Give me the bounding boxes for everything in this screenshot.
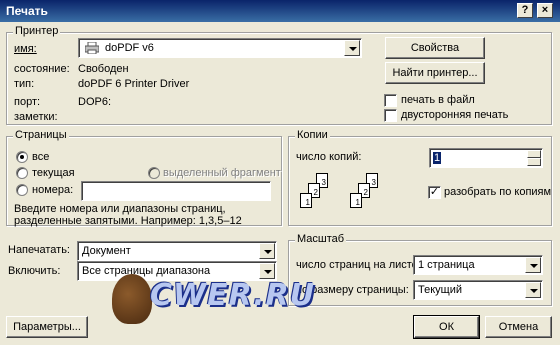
collate-checkbox[interactable]: ✓ [428, 186, 441, 199]
printer-icon [84, 41, 100, 55]
copies-count-input[interactable]: 1 [429, 148, 543, 168]
print-what-select[interactable]: Документ [77, 241, 277, 261]
cwer-watermark: CWER.RU [112, 268, 314, 328]
printer-type-value: doPDF 6 Printer Driver [78, 78, 190, 90]
collate-page-1: 1 [300, 193, 312, 208]
scale-select[interactable]: Текущий [413, 280, 543, 300]
printer-name-label: имя: [14, 43, 37, 55]
window-title: Печать [6, 4, 48, 18]
cancel-button[interactable]: Отмена [485, 316, 552, 338]
chevron-down-icon[interactable] [344, 40, 360, 56]
pages-all-label: все [32, 151, 50, 163]
zoom-legend: Масштаб [295, 233, 347, 245]
ok-button[interactable]: ОК [413, 315, 480, 339]
printer-port-label: порт: [14, 96, 41, 108]
include-label: Включить: [8, 265, 61, 277]
pages-legend: Страницы [13, 129, 69, 141]
spin-down-icon[interactable] [527, 158, 541, 166]
pages-numbers-label: номера: [32, 184, 74, 196]
watermark-text: CWER.RU [150, 278, 316, 313]
properties-button[interactable]: Свойства [385, 37, 485, 59]
duplex-label: двусторонняя печать [401, 109, 509, 121]
options-button[interactable]: Параметры... [6, 316, 88, 338]
chevron-down-icon[interactable] [259, 243, 275, 259]
collate-page-1b: 1 [350, 193, 362, 208]
pages-per-sheet-select[interactable]: 1 страница [413, 255, 543, 275]
pages-per-sheet-label: число страниц на листе: [296, 259, 421, 271]
printer-name-select[interactable]: doPDF v6 [78, 38, 362, 58]
print-to-file-label: печать в файл [401, 94, 475, 106]
print-what-value: Документ [82, 245, 131, 257]
close-button[interactable]: × [537, 3, 553, 18]
duplex-checkbox[interactable] [384, 109, 397, 122]
pages-current-radio[interactable] [16, 167, 28, 179]
printer-legend: Принтер [13, 25, 61, 37]
scale-value: Текущий [418, 284, 462, 296]
collate-label: разобрать по копиям [444, 186, 552, 198]
copies-count-value: 1 [433, 152, 442, 164]
pages-hint: Введите номера или диапазоны страниц, ра… [14, 203, 242, 227]
page-numbers-input[interactable] [81, 181, 271, 201]
collate-illustration: 3 2 1 3 2 1 [296, 167, 386, 219]
title-bar: Печать ? × [0, 0, 560, 22]
chevron-down-icon[interactable] [525, 257, 541, 273]
pages-per-sheet-value: 1 страница [418, 259, 475, 271]
chevron-down-icon[interactable] [525, 282, 541, 298]
print-to-file-checkbox[interactable] [384, 94, 397, 107]
printer-port-value: DOP6: [78, 96, 112, 108]
printer-status-value: Свободен [78, 63, 129, 75]
printer-status-label: состояние: [14, 63, 70, 75]
cartoon-character-icon [112, 274, 152, 324]
find-printer-button[interactable]: Найти принтер... [385, 62, 485, 84]
printer-type-label: тип: [14, 78, 35, 90]
pages-selection-label: выделенный фрагмент [163, 167, 281, 179]
copies-count-label: число копий: [296, 151, 362, 163]
spin-up-icon[interactable] [527, 150, 541, 158]
printer-name-value: doPDF v6 [105, 42, 154, 54]
pages-all-radio[interactable] [16, 151, 28, 163]
printer-notes-label: заметки: [14, 111, 58, 123]
pages-current-label: текущая [32, 167, 75, 179]
pages-selection-radio[interactable] [148, 167, 160, 179]
print-what-label: Напечатать: [8, 244, 70, 256]
help-button[interactable]: ? [517, 3, 533, 18]
pages-numbers-radio[interactable] [16, 184, 28, 196]
copies-legend: Копии [295, 129, 330, 141]
